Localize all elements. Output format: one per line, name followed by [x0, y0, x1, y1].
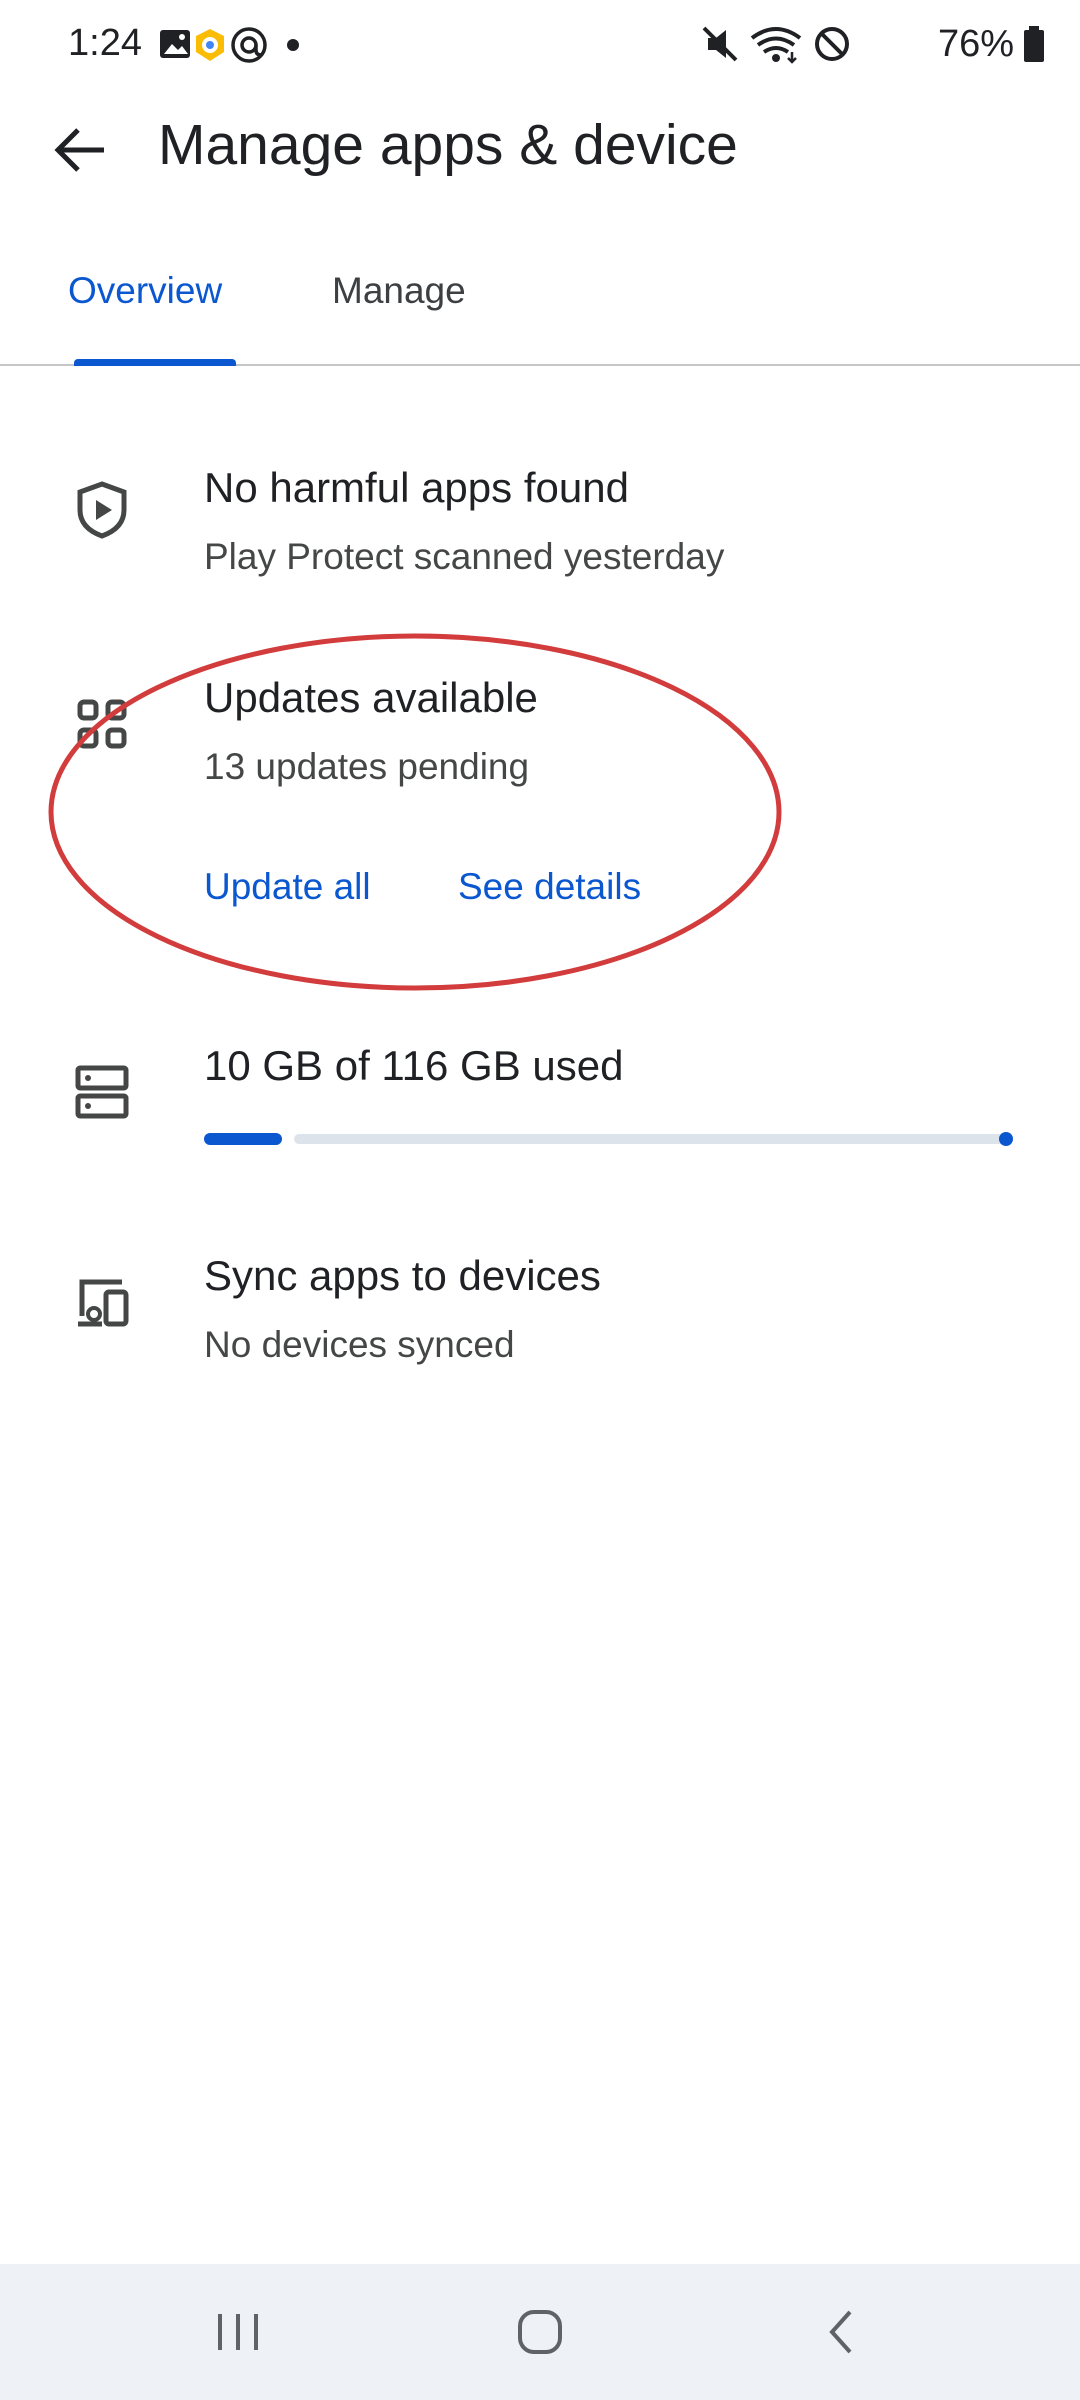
shield-play-icon [77, 481, 127, 539]
page-title: Manage apps & device [158, 113, 738, 177]
dot-icon [287, 39, 299, 51]
storage-title: 10 GB of 116 GB used [204, 1042, 624, 1089]
battery-level: 76% [937, 22, 1014, 65]
tab-selected-indicator [74, 359, 236, 366]
updates-title: Updates available [204, 674, 538, 721]
recent-apps-button[interactable] [198, 2292, 278, 2372]
home-button[interactable] [500, 2292, 580, 2372]
back-button[interactable] [46, 116, 114, 184]
storage-bar-used [204, 1133, 282, 1145]
navigation-bar [0, 2264, 1080, 2400]
storage-bar-track [294, 1134, 1006, 1144]
gallery-icon [160, 30, 190, 58]
play-protect-title: No harmful apps found [204, 464, 629, 511]
status-bar: 1:24 76% [0, 0, 1080, 90]
at-sign-icon [231, 27, 267, 63]
tab-manage[interactable]: Manage [332, 270, 466, 312]
back-nav-button[interactable] [802, 2292, 882, 2372]
status-time: 1:24 [68, 22, 142, 64]
update-all-button[interactable]: Update all [204, 866, 371, 908]
see-details-button[interactable]: See details [458, 866, 641, 908]
vpn-icon [196, 29, 224, 61]
play-protect-subtitle: Play Protect scanned yesterday [204, 536, 725, 577]
tab-bar: Overview Manage [0, 250, 1080, 366]
sync-subtitle: No devices synced [204, 1324, 515, 1365]
wifi-icon [750, 27, 802, 64]
status-left-icons [158, 24, 318, 71]
storage-icon [75, 1065, 129, 1119]
arrow-back-icon [54, 128, 104, 172]
mute-icon [702, 26, 738, 62]
manage-apps-screen: 1:24 76% Manage apps & device Overview M… [0, 0, 1080, 2400]
battery-icon [1024, 26, 1044, 62]
apps-grid-icon [77, 699, 127, 749]
status-right-icons: 76% [700, 22, 1046, 66]
storage-bar-end-dot [999, 1132, 1013, 1146]
devices-icon [78, 1279, 129, 1327]
do-not-disturb-icon [814, 27, 849, 61]
updates-subtitle: 13 updates pending [204, 746, 530, 787]
tab-overview[interactable]: Overview [68, 270, 222, 312]
sync-title: Sync apps to devices [204, 1252, 601, 1299]
